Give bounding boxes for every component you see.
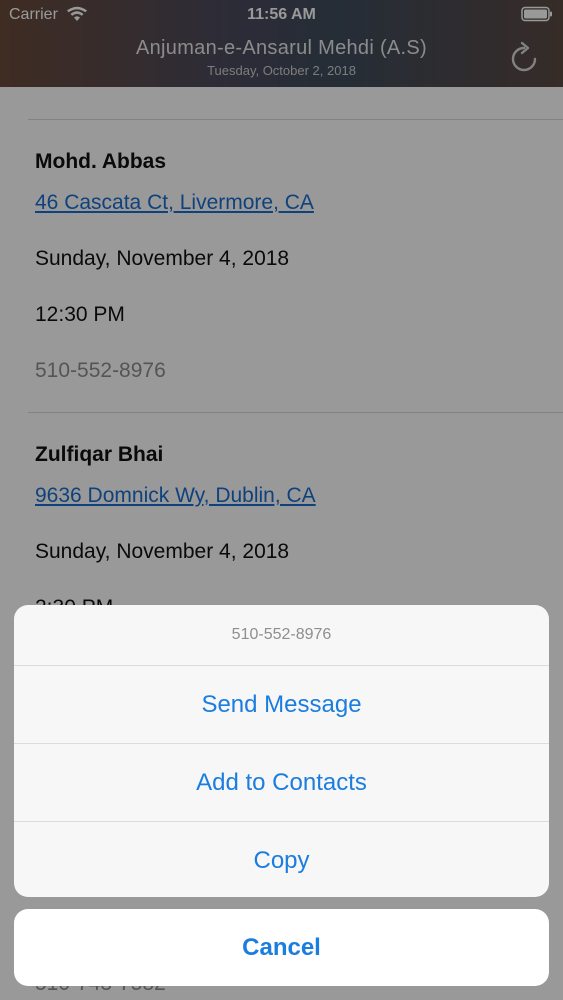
action-sheet-title: 510-552-8976: [14, 605, 549, 666]
action-sheet: 510-552-8976 Send Message Add to Contact…: [14, 605, 549, 897]
copy-button[interactable]: Copy: [14, 822, 549, 897]
add-to-contacts-button[interactable]: Add to Contacts: [14, 744, 549, 822]
cancel-button[interactable]: Cancel: [14, 909, 549, 986]
send-message-button[interactable]: Send Message: [14, 666, 549, 744]
